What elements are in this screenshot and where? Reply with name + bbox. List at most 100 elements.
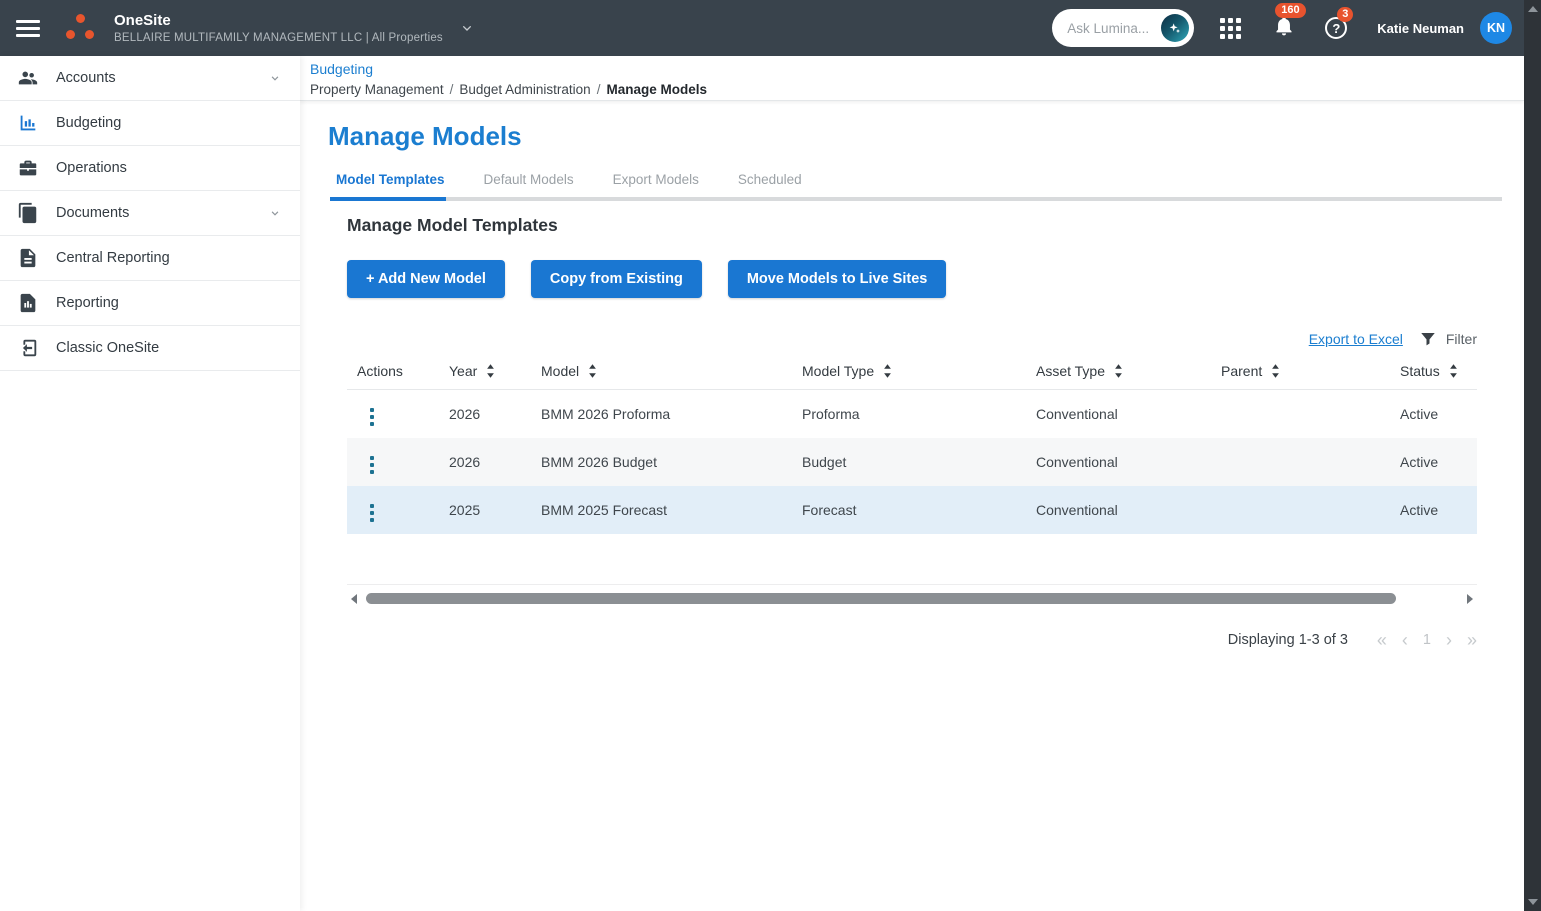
- asset-type-cell: Conventional: [1026, 502, 1211, 518]
- top-bar: OneSite BELLAIRE MULTIFAMILY MANAGEMENT …: [0, 0, 1524, 56]
- vertical-scrollbar[interactable]: [1524, 0, 1541, 911]
- scroll-right-arrow-icon[interactable]: [1467, 594, 1473, 604]
- scroll-up-arrow-icon[interactable]: [1528, 6, 1538, 12]
- breadcrumb-item[interactable]: Property Management: [310, 82, 444, 97]
- sidebar-item-budgeting[interactable]: Budgeting: [0, 101, 300, 146]
- property-selector-chevron-icon[interactable]: [459, 20, 475, 36]
- breadcrumb-section-link[interactable]: Budgeting: [310, 61, 373, 77]
- breadcrumb-item[interactable]: Budget Administration: [459, 82, 590, 97]
- prev-page-icon[interactable]: ‹: [1402, 631, 1408, 649]
- chevron-down-icon: [268, 71, 282, 85]
- action-buttons: + Add New Model Copy from Existing Move …: [347, 260, 1524, 298]
- next-page-icon[interactable]: ›: [1446, 631, 1452, 649]
- column-header-model[interactable]: Model: [531, 363, 792, 379]
- sort-icon[interactable]: [1271, 364, 1280, 378]
- actions-cell: [347, 495, 439, 525]
- sidebar-item-label: Budgeting: [56, 115, 121, 131]
- move-models-to-live-sites-button[interactable]: Move Models to Live Sites: [728, 260, 947, 298]
- avatar[interactable]: KN: [1480, 12, 1512, 44]
- sidebar-item-accounts[interactable]: Accounts: [0, 56, 300, 101]
- sidebar-item-label: Central Reporting: [56, 250, 170, 266]
- column-label: Status: [1400, 363, 1440, 379]
- sidebar-item-central-reporting[interactable]: Central Reporting: [0, 236, 300, 281]
- sidebar-item-classic-onesite[interactable]: Classic OneSite: [0, 326, 300, 371]
- sort-icon[interactable]: [588, 364, 597, 378]
- first-page-icon[interactable]: «: [1377, 631, 1387, 649]
- model-type-cell: Proforma: [792, 406, 1026, 422]
- sort-icon[interactable]: [883, 364, 892, 378]
- sidebar-item-label: Accounts: [56, 70, 116, 86]
- notification-badge: 160: [1275, 3, 1305, 18]
- active-tab-indicator: [330, 197, 446, 201]
- sort-icon[interactable]: [486, 364, 495, 378]
- sort-icon[interactable]: [1114, 364, 1123, 378]
- last-page-icon[interactable]: »: [1467, 631, 1477, 649]
- tab-export-models[interactable]: Export Models: [607, 172, 705, 197]
- year-cell: 2026: [439, 406, 531, 422]
- add-new-model-button[interactable]: + Add New Model: [347, 260, 505, 298]
- user-name[interactable]: Katie Neuman: [1377, 21, 1464, 36]
- sort-icon[interactable]: [1449, 364, 1458, 378]
- tab-model-templates[interactable]: Model Templates: [330, 172, 451, 197]
- app-title: OneSite: [114, 12, 443, 29]
- sidebar-item-reporting[interactable]: Reporting: [0, 281, 300, 326]
- year-cell: 2026: [439, 454, 531, 470]
- sidebar-item-label: Classic OneSite: [56, 340, 159, 356]
- apps-grid-icon[interactable]: [1220, 18, 1241, 39]
- sidebar-item-label: Reporting: [56, 295, 119, 311]
- current-page[interactable]: 1: [1423, 632, 1431, 648]
- model-cell: BMM 2025 Forecast: [531, 502, 792, 518]
- copy-from-existing-button[interactable]: Copy from Existing: [531, 260, 702, 298]
- page-title: Manage Models: [328, 121, 1524, 152]
- column-label: Parent: [1221, 363, 1262, 379]
- tab-bar: Model Templates Default Models Export Mo…: [330, 172, 1524, 197]
- bell-icon: [1273, 15, 1295, 37]
- column-header-parent[interactable]: Parent: [1211, 363, 1390, 379]
- filter-icon[interactable]: [1419, 330, 1437, 348]
- scroll-down-arrow-icon[interactable]: [1528, 899, 1538, 905]
- row-actions-menu-icon[interactable]: [365, 501, 379, 525]
- column-header-asset-type[interactable]: Asset Type: [1026, 363, 1211, 379]
- document-lines-icon: [17, 247, 39, 269]
- column-header-model-type[interactable]: Model Type: [792, 363, 1026, 379]
- column-header-year[interactable]: Year: [439, 363, 531, 379]
- ask-lumina-input[interactable]: [1067, 21, 1153, 36]
- tab-default-models[interactable]: Default Models: [478, 172, 580, 197]
- column-label: Actions: [357, 363, 403, 379]
- lumina-sparkle-icon[interactable]: [1161, 14, 1189, 42]
- sidebar-item-documents[interactable]: Documents: [0, 191, 300, 236]
- breadcrumb-item-current: Manage Models: [606, 82, 707, 97]
- column-header-actions: Actions: [347, 363, 439, 379]
- table-bottom-spacer: [347, 534, 1477, 585]
- tab-underline-track: [330, 197, 1502, 201]
- main-content: Budgeting Property Management / Budget Adm…: [300, 56, 1524, 911]
- help-button[interactable]: ? 3: [1325, 17, 1347, 39]
- tab-scheduled[interactable]: Scheduled: [732, 172, 808, 197]
- org-label: BELLAIRE MULTIFAMILY MANAGEMENT LLC | Al…: [114, 32, 443, 44]
- exit-arrow-icon: [17, 337, 39, 359]
- column-label: Model Type: [802, 363, 874, 379]
- ask-lumina-search[interactable]: [1052, 9, 1194, 47]
- brand-block: OneSite BELLAIRE MULTIFAMILY MANAGEMENT …: [114, 12, 443, 44]
- section-heading: Manage Model Templates: [347, 215, 1524, 236]
- horizontal-scrollbar[interactable]: [347, 590, 1477, 607]
- scroll-left-arrow-icon[interactable]: [351, 594, 357, 604]
- export-to-excel-link[interactable]: Export to Excel: [1309, 331, 1403, 347]
- actions-cell: [347, 399, 439, 429]
- sidebar-item-operations[interactable]: Operations: [0, 146, 300, 191]
- menu-icon[interactable]: [16, 20, 40, 37]
- asset-type-cell: Conventional: [1026, 454, 1211, 470]
- column-label: Model: [541, 363, 579, 379]
- notifications-button[interactable]: 160: [1273, 15, 1295, 42]
- row-actions-menu-icon[interactable]: [365, 453, 379, 477]
- year-cell: 2025: [439, 502, 531, 518]
- row-actions-menu-icon[interactable]: [365, 405, 379, 429]
- models-table: Actions Year Model Model Type: [347, 352, 1477, 585]
- filter-label[interactable]: Filter: [1446, 331, 1477, 347]
- horizontal-scroll-thumb[interactable]: [366, 593, 1396, 604]
- status-cell: Active: [1390, 502, 1477, 518]
- documents-icon: [17, 202, 39, 224]
- table-row: 2026 BMM 2026 Proforma Proforma Conventi…: [347, 390, 1477, 438]
- breadcrumb-separator: /: [597, 82, 601, 97]
- column-header-status[interactable]: Status: [1390, 363, 1477, 379]
